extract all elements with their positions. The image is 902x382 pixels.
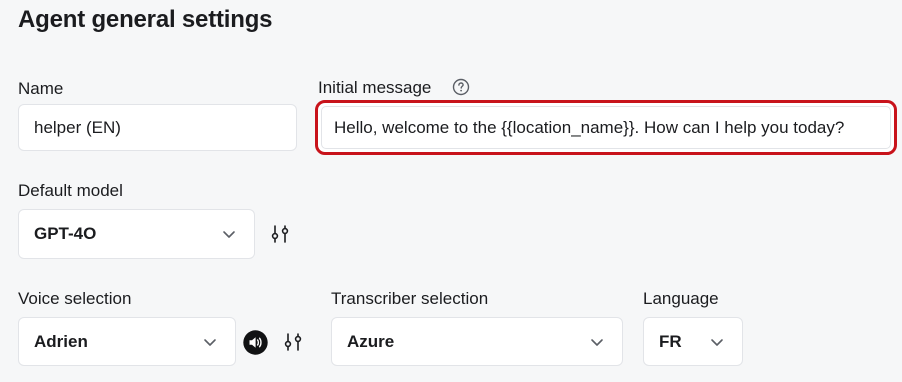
default-model-value: GPT-4O <box>34 224 97 243</box>
name-field-value: helper (EN) <box>34 117 121 137</box>
default-model-select[interactable]: GPT-4O <box>18 209 255 259</box>
name-label: Name <box>18 79 64 98</box>
initial-message-input-box[interactable]: Hello, welcome to the {{location_name}}.… <box>321 106 891 149</box>
voice-settings-sliders-icon[interactable] <box>281 330 305 354</box>
question-circle-icon[interactable] <box>452 78 470 96</box>
language-value: FR <box>659 331 682 351</box>
transcriber-selection-select[interactable]: Azure <box>331 317 623 366</box>
chevron-down-icon <box>223 231 235 238</box>
initial-message-label: Initial message <box>318 78 432 97</box>
chevron-down-icon <box>204 338 216 346</box>
transcriber-selection-value: Azure <box>347 331 395 351</box>
voice-selection-select[interactable]: Adrien <box>18 317 236 366</box>
language-select[interactable]: FR <box>643 317 743 366</box>
initial-message-field[interactable]: Hello, welcome to the {{location_name}}.… <box>315 100 897 155</box>
voice-selection-value: Adrien <box>34 331 88 351</box>
default-model-label: Default model <box>18 181 123 200</box>
model-settings-sliders-icon[interactable] <box>268 222 292 246</box>
speaker-icon[interactable] <box>243 330 268 355</box>
page-title: Agent general settings <box>18 6 273 33</box>
initial-message-value: Hello, welcome to the {{location_name}}.… <box>334 117 845 137</box>
name-field[interactable]: helper (EN) <box>18 104 297 151</box>
voice-selection-label: Voice selection <box>18 289 132 308</box>
chevron-down-icon <box>711 338 723 346</box>
chevron-down-icon <box>591 338 603 346</box>
language-label: Language <box>643 289 719 308</box>
transcriber-selection-label: Transcriber selection <box>331 289 489 308</box>
